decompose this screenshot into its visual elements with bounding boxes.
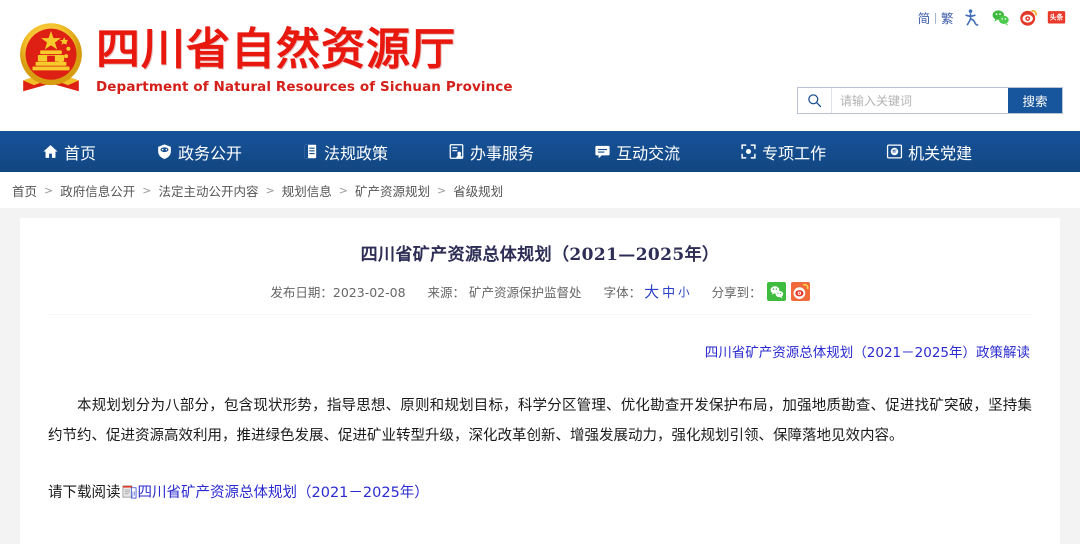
share-controls[interactable]: 分享到：	[712, 282, 810, 301]
svg-text:头条: 头条	[1050, 12, 1064, 21]
breadcrumb-item-0[interactable]: 首页	[12, 181, 37, 200]
search-button[interactable]: 搜索	[1008, 88, 1062, 113]
brand-title-en: Department of Natural Resources of Sichu…	[96, 79, 513, 95]
font-size-small[interactable]: 小	[678, 284, 690, 300]
breadcrumb-item-4[interactable]: 矿产资源规划	[355, 181, 430, 200]
nav-label: 首页	[64, 143, 97, 163]
breadcrumb-item-5[interactable]: 省级规划	[453, 181, 503, 200]
document-icon	[304, 144, 317, 159]
breadcrumb-item-1[interactable]: 政府信息公开	[60, 181, 135, 200]
shield-icon	[158, 144, 171, 159]
lang-simplified[interactable]: 简	[918, 8, 931, 27]
share-label: 分享到：	[711, 285, 762, 300]
nav-item-government-affairs[interactable]: 政务公开	[156, 140, 242, 164]
page-title: 四川省矿产资源总体规划（2021—2025年）	[360, 245, 720, 265]
nav-label: 机关党建	[908, 143, 973, 163]
search-icon	[798, 88, 832, 113]
wechat-share-icon[interactable]	[766, 282, 786, 301]
file-download-icon[interactable]: JI	[122, 484, 137, 499]
national-emblem-icon	[20, 23, 82, 92]
target-focus-icon	[741, 144, 756, 159]
nav-label: 互动交流	[616, 143, 681, 163]
nav-item-home[interactable]: 首页	[42, 140, 96, 164]
publish-date-value: 2023-02-08	[332, 285, 406, 300]
svg-text:JI: JI	[131, 491, 136, 497]
source: 来源： 矿产资源保护监督处	[428, 282, 582, 301]
breadcrumb-sep: >	[265, 183, 275, 197]
download-link[interactable]: 四川省矿产资源总体规划（2021－2025年）	[138, 481, 429, 502]
article-card: 四川省矿产资源总体规划（2021—2025年） 发布日期：2023-02-08 …	[20, 218, 1060, 544]
nav-label: 政务公开	[178, 143, 243, 163]
breadcrumb-sep: >	[142, 183, 152, 197]
lang-separator: |	[933, 10, 938, 24]
download-line: 请下载阅读 JI 四川省矿产资源总体规划（2021－2025年）	[48, 481, 1032, 502]
article-body: 本规划划分为八部分，包含现状形势，指导思想、原则和规划目标，科学分区管理、优化勘…	[48, 398, 1032, 444]
page-background: 四川省矿产资源总体规划（2021—2025年） 发布日期：2023-02-08 …	[0, 208, 1080, 544]
toutiao-icon[interactable]: 头条	[1047, 8, 1066, 27]
nav-item-services[interactable]: 办事服务	[448, 140, 534, 164]
publish-date-label: 发布日期：	[270, 285, 333, 300]
weibo-icon[interactable]	[1019, 8, 1038, 27]
nav-label: 法规政策	[324, 143, 389, 163]
breadcrumb-item-2[interactable]: 法定主动公开内容	[158, 181, 258, 200]
nav-item-special-work[interactable]: 专项工作	[740, 140, 826, 164]
brand-title-cn: 四川省自然资源厅	[96, 24, 456, 75]
font-size-controls[interactable]: 字体： 大 中 小	[604, 281, 690, 302]
site-search[interactable]: 搜索	[797, 87, 1063, 114]
font-size-medium[interactable]: 中	[662, 282, 675, 301]
utility-bar: 简 | 繁 头条	[918, 7, 1066, 27]
home-icon	[43, 145, 58, 158]
nav-label: 专项工作	[762, 143, 827, 163]
service-form-icon	[449, 144, 464, 159]
accessibility-icon[interactable]	[963, 8, 982, 27]
party-badge-icon	[887, 144, 903, 159]
breadcrumb-item-3[interactable]: 规划信息	[282, 181, 332, 200]
meta-divider	[48, 314, 1032, 315]
nav-item-interaction[interactable]: 互动交流	[594, 140, 680, 164]
policy-interpretation-link[interactable]: 四川省矿产资源总体规划（2021－2025年）政策解读	[48, 341, 1032, 361]
search-input[interactable]	[832, 88, 1008, 113]
site-brand[interactable]: 四川省自然资源厅 Department of Natural Resources…	[12, 14, 513, 99]
font-size-large[interactable]: 大	[644, 281, 659, 302]
nav-item-party-building[interactable]: 机关党建	[886, 140, 972, 164]
download-prefix: 请下载阅读	[48, 485, 121, 501]
breadcrumb-sep: >	[338, 183, 348, 197]
lang-traditional[interactable]: 繁	[941, 8, 954, 27]
main-navigation: 首页 政务公开 法规政策 办事服务 互动交流 专项工作 机关党建	[0, 131, 1080, 172]
wechat-icon[interactable]	[991, 8, 1010, 27]
publish-date: 发布日期：2023-02-08	[270, 282, 405, 301]
article-meta: 发布日期：2023-02-08 来源： 矿产资源保护监督处 字体： 大 中 小 …	[48, 281, 1032, 302]
language-switcher[interactable]: 简 | 繁	[918, 8, 954, 27]
weibo-share-icon[interactable]	[790, 282, 810, 301]
font-size-label: 字体：	[603, 285, 642, 300]
source-value: 矿产资源保护监督处	[469, 285, 582, 300]
breadcrumb: 首页 > 政府信息公开 > 法定主动公开内容 > 规划信息 > 矿产资源规划 >…	[0, 172, 1080, 208]
chat-bubble-icon	[595, 145, 610, 159]
breadcrumb-sep: >	[436, 183, 447, 197]
nav-label: 办事服务	[470, 143, 535, 163]
site-header: 简 | 繁 头条 四川省自然资源厅 Department of Natural …	[0, 0, 1080, 131]
nav-item-laws-policies[interactable]: 法规政策	[302, 140, 388, 164]
source-label: 来源：	[427, 285, 466, 300]
breadcrumb-sep: >	[44, 183, 54, 197]
